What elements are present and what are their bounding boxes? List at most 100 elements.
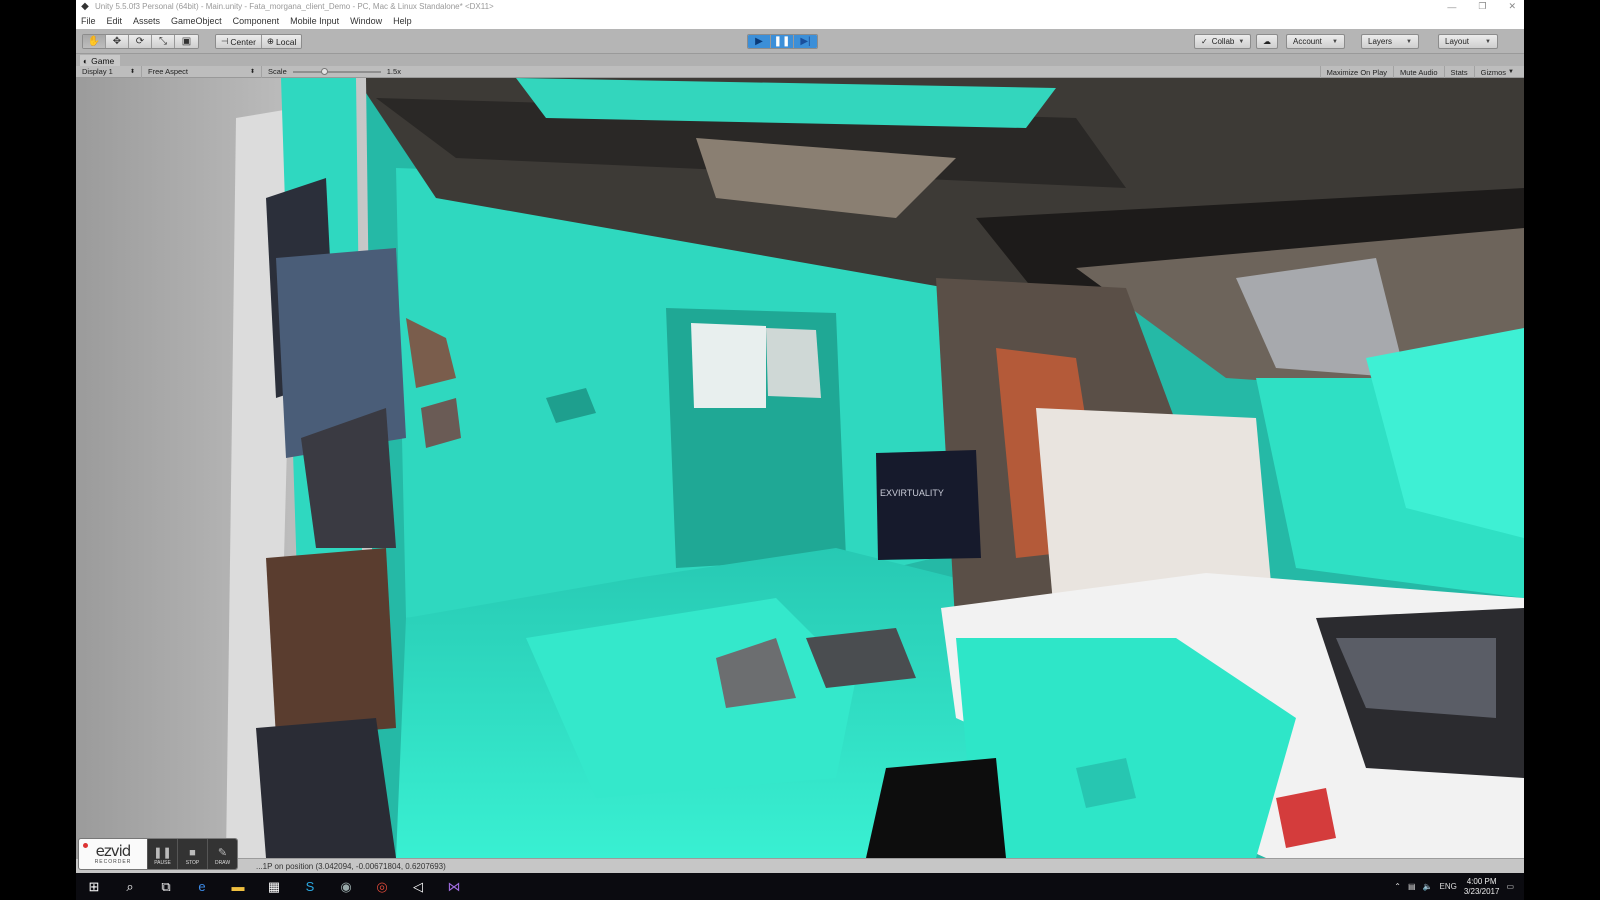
unity-logo-icon: ◆	[81, 0, 89, 12]
cloud-button[interactable]: ☁	[1256, 34, 1278, 49]
menu-help[interactable]: Help	[393, 16, 412, 26]
ezvid-pause-button[interactable]: ❚❚ PAUSE	[147, 839, 177, 869]
scale-slider-thumb[interactable]	[320, 67, 328, 75]
game-icon: ◐	[83, 55, 89, 66]
pivot-center-label: Center	[230, 36, 256, 47]
local-icon: ⊕	[266, 36, 275, 46]
main-toolbar: ✋ ✥ ⟳ ⤡ ▣ ⊣ Center ⊕ Local ▶ ❚❚ ▶| ✓ Col…	[76, 29, 1524, 54]
menu-file[interactable]: File	[81, 16, 96, 26]
windows-start-icon[interactable]: ⊞	[76, 873, 112, 900]
mute-audio-toggle[interactable]: Mute Audio	[1393, 66, 1444, 78]
chevron-down-icon: ▼	[1485, 38, 1491, 45]
game-tab-bar: ◐ Game	[76, 54, 1524, 66]
aspect-dropdown[interactable]: Free Aspect ⬍	[142, 65, 262, 78]
pivot-center-button[interactable]: ⊣ Center	[216, 35, 262, 48]
tab-game[interactable]: ◐ Game	[80, 55, 121, 66]
layout-dropdown[interactable]: Layout ▼	[1438, 34, 1498, 49]
play-button[interactable]: ▶	[748, 35, 771, 48]
scale-value: 1.5x	[386, 67, 401, 76]
menu-gameobject[interactable]: GameObject	[171, 16, 222, 26]
pivot-icon: ⊣	[221, 36, 229, 46]
move-tool-icon[interactable]: ✥	[106, 35, 129, 48]
scale-tool-icon[interactable]: ⤡	[152, 35, 175, 48]
ezvid-stop-button[interactable]: ■ STOP	[177, 839, 207, 869]
ezvid-stop-label: STOP	[185, 860, 200, 866]
menu-bar: File Edit Assets GameObject Component Mo…	[76, 13, 1524, 29]
store-icon[interactable]: ▦	[256, 873, 292, 900]
check-icon: ✓	[1201, 37, 1208, 46]
network-icon[interactable]: ▤	[1408, 882, 1416, 891]
aspect-label: Free Aspect	[148, 67, 189, 76]
unity-editor-window: ◆ Unity 5.5.0f3 Personal (64bit) - Main.…	[76, 0, 1524, 873]
notifications-icon[interactable]: ▭	[1506, 882, 1514, 891]
step-icon: ▶|	[800, 36, 811, 47]
hand-tool-icon[interactable]: ✋	[83, 35, 106, 48]
display-label: Display 1	[82, 67, 113, 76]
collab-label: Collab	[1211, 37, 1235, 46]
recording-dot-icon	[83, 843, 88, 848]
layers-label: Layers	[1368, 37, 1393, 46]
chevron-down-icon: ▼	[1238, 38, 1245, 45]
chrome-icon[interactable]: ◎	[364, 873, 400, 900]
scale-slider[interactable]	[292, 66, 381, 78]
pause-button[interactable]: ❚❚	[771, 35, 794, 48]
steam-icon[interactable]: ◉	[328, 873, 364, 900]
unity-taskbar-icon[interactable]: ◁	[400, 873, 436, 900]
skype-icon[interactable]: S	[292, 873, 328, 900]
gizmos-label: Gizmos	[1480, 67, 1507, 77]
collab-button[interactable]: ✓ Collab ▼	[1194, 34, 1252, 49]
ezvid-draw-label: DRAW	[214, 860, 231, 866]
layers-dropdown[interactable]: Layers ▼	[1361, 34, 1419, 49]
minimize-button[interactable]: —	[1447, 2, 1456, 12]
search-icon[interactable]: ⌕	[112, 873, 148, 900]
close-button[interactable]: ✕	[1508, 1, 1516, 12]
maximize-button[interactable]: ❐	[1478, 1, 1486, 12]
task-view-icon[interactable]: ⧉	[148, 873, 184, 900]
maximize-on-play-toggle[interactable]: Maximize On Play	[1319, 66, 1393, 78]
ezvid-logo: ezvid RECORDER	[79, 839, 147, 869]
menu-edit[interactable]: Edit	[107, 16, 123, 26]
stats-toggle[interactable]: Stats	[1443, 66, 1474, 78]
menu-component[interactable]: Component	[233, 16, 280, 26]
chevron-updown-icon: ⬍	[249, 69, 255, 75]
play-icon: ▶	[755, 36, 763, 47]
account-dropdown[interactable]: Account ▼	[1286, 34, 1345, 49]
step-button[interactable]: ▶|	[794, 35, 817, 48]
scale-label: Scale	[268, 67, 287, 76]
play-controls: ▶ ❚❚ ▶|	[747, 34, 818, 49]
game-view-toggles: Maximize On Play Mute Audio Stats Gizmos…	[1319, 66, 1520, 78]
ezvid-draw-button[interactable]: ✎ DRAW	[207, 839, 237, 869]
game-viewport[interactable]: EXVIRTUALITY	[76, 78, 1524, 858]
clock[interactable]: 4:00 PM 3/23/2017	[1464, 877, 1500, 897]
edge-icon[interactable]: e	[184, 873, 220, 900]
tray-expand-icon[interactable]: ⌃	[1394, 882, 1401, 891]
menu-mobile-input[interactable]: Mobile Input	[290, 16, 339, 26]
menu-assets[interactable]: Assets	[133, 16, 160, 26]
pause-icon: ❚❚	[153, 847, 172, 859]
volume-icon[interactable]: 🔈	[1423, 882, 1433, 891]
clock-date: 3/23/2017	[1463, 886, 1500, 896]
menu-window[interactable]: Window	[350, 16, 382, 26]
account-label: Account	[1293, 37, 1322, 46]
title-bar: ◆ Unity 5.5.0f3 Personal (64bit) - Main.…	[76, 0, 1524, 13]
status-bar: ...1P on position (3.042094, -0.00671804…	[76, 858, 1524, 873]
window-title: Unity 5.5.0f3 Personal (64bit) - Main.un…	[95, 2, 494, 11]
visual-studio-icon[interactable]: ⋈	[436, 873, 472, 900]
stop-icon: ■	[189, 847, 196, 859]
gizmos-dropdown[interactable]: Gizmos ▼	[1473, 66, 1520, 78]
ezvid-brand: ezvid	[95, 841, 132, 860]
ezvid-sub: RECORDER	[94, 858, 132, 865]
pivot-local-button[interactable]: ⊕ Local	[261, 35, 302, 48]
windows-taskbar: ⊞ ⌕ ⧉ e ▬ ▦ S ◉ ◎ ◁ ⋈ ⌃ ▤ 🔈 ENG 4:00 PM …	[76, 873, 1524, 900]
window-controls: — ❐ ✕	[1447, 0, 1516, 13]
chevron-down-icon: ▼	[1332, 38, 1338, 45]
rect-tool-icon[interactable]: ▣	[175, 35, 198, 48]
display-dropdown[interactable]: Display 1 ⬍	[76, 65, 142, 78]
language-indicator[interactable]: ENG	[1440, 882, 1457, 891]
file-explorer-icon[interactable]: ▬	[220, 873, 256, 900]
game-view-controls: Display 1 ⬍ Free Aspect ⬍ Scale 1.5x	[76, 65, 1524, 78]
scale-slider-track	[292, 70, 381, 73]
rotate-tool-icon[interactable]: ⟳	[129, 35, 152, 48]
pause-icon: ❚❚	[773, 36, 791, 47]
tab-game-label: Game	[91, 55, 115, 66]
